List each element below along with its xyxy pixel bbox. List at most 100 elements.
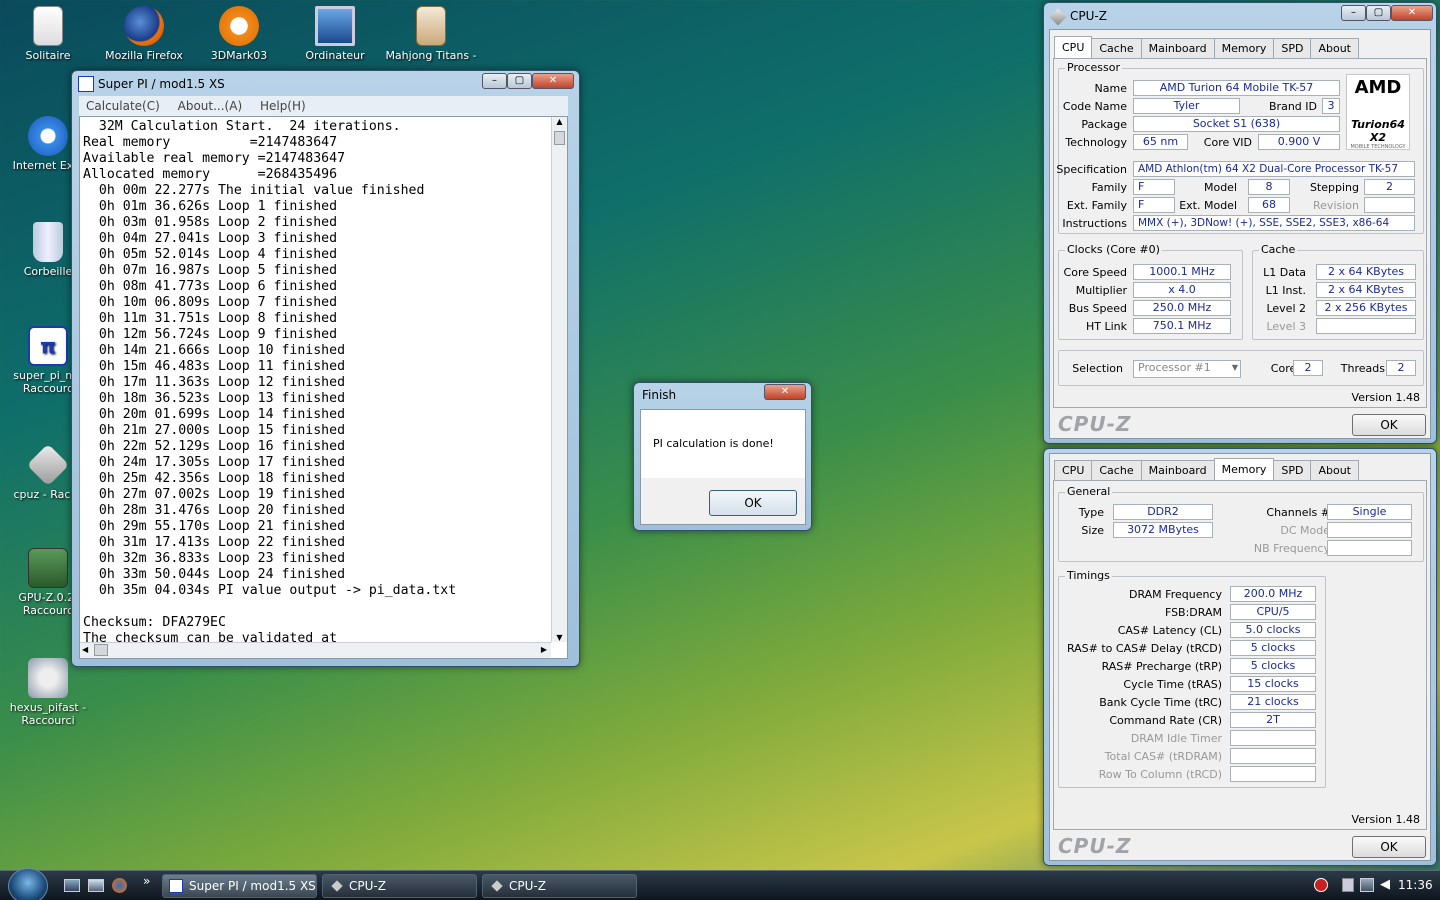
version-label: Version 1.48: [1351, 813, 1420, 826]
dcmode-label: DC Mode: [1280, 524, 1330, 537]
tab-memory[interactable]: Memory: [1213, 38, 1275, 58]
quicklaunch-more[interactable]: »: [143, 874, 150, 888]
firefox-quicklaunch-icon[interactable]: [112, 878, 127, 893]
vertical-scrollbar[interactable]: ▲ ▼: [551, 117, 567, 642]
timing-value: [1230, 730, 1316, 746]
taskbar-item-label: CPU-Z: [509, 879, 546, 893]
superpi-window: Super PI / mod1.5 XS – ▢ ✕ Calculate(C) …: [71, 70, 580, 667]
size-value: 3072 MBytes: [1113, 522, 1213, 538]
hexus-icon: [28, 658, 68, 698]
desktop-icon-mahjong[interactable]: Mahjong Titans -: [383, 2, 479, 62]
threads-value: 2: [1386, 360, 1416, 376]
corevid-value: 0.900 V: [1258, 134, 1340, 150]
version-label: Version 1.48: [1351, 391, 1420, 404]
taskbar-item-cpuz-2[interactable]: CPU-Z: [482, 874, 637, 898]
ie-icon: [28, 116, 68, 156]
switch-windows-icon[interactable]: [88, 879, 104, 892]
superpi-icon: π: [28, 326, 68, 366]
tab-mainboard[interactable]: Mainboard: [1140, 38, 1215, 58]
timing-value: [1230, 766, 1316, 782]
dialog-message: PI calculation is done!: [653, 437, 774, 450]
desktop-icon-3dmark[interactable]: 3DMark03: [191, 2, 287, 62]
scroll-right-arrow[interactable]: ▶: [541, 643, 547, 657]
timing-value: 200.0 MHz: [1230, 586, 1316, 602]
cpuz-ok-button[interactable]: OK: [1352, 414, 1426, 436]
instructions-label: Instructions: [1062, 217, 1127, 230]
amd-turion-logo: AMD Turion64 X2 MOBILE TECHNOLOGY: [1346, 74, 1410, 150]
technology-value: 65 nm: [1133, 134, 1188, 150]
desktop-icon-computer[interactable]: Ordinateur: [287, 2, 383, 62]
timing-label: Bank Cycle Time (tRC): [1099, 696, 1222, 709]
cpuz-cpu-panel: CPU Cache Mainboard Memory SPD About Pro…: [1049, 29, 1431, 439]
busspeed-value: 250.0 MHz: [1133, 300, 1231, 316]
tab-about[interactable]: About: [1310, 460, 1359, 480]
cpuz-minimize-button[interactable]: –: [1341, 5, 1366, 21]
corespeed-label: Core Speed: [1063, 266, 1127, 279]
cpuz-cpu-window: CPU-Z – ▢ ✕ CPU Cache Mainboard Memory S…: [1043, 2, 1437, 444]
taskbar-item-cpuz-1[interactable]: CPU-Z: [322, 874, 477, 898]
minimize-button[interactable]: –: [482, 73, 507, 89]
tray-clock[interactable]: 11:36: [1398, 878, 1433, 892]
timing-label: Total CAS# (tRDRAM): [1104, 750, 1222, 763]
turion-logo-text: Turion64 X2: [1351, 118, 1405, 144]
taskbar-item-superpi[interactable]: Super PI / mod1.5 XS: [162, 874, 317, 898]
tray-network-icon[interactable]: [1360, 878, 1374, 892]
tray-volume-icon[interactable]: ◀: [1380, 877, 1390, 892]
tab-cache[interactable]: Cache: [1091, 38, 1142, 58]
tab-about[interactable]: About: [1310, 38, 1359, 58]
show-desktop-icon[interactable]: [64, 879, 80, 892]
gpuz-icon: [28, 548, 68, 588]
cpuz-icon: [26, 443, 70, 487]
desktop-icon-solitaire[interactable]: Solitaire: [0, 2, 96, 62]
timing-value: CPU/5: [1230, 604, 1316, 620]
channels-value: Single: [1327, 504, 1412, 520]
tab-cpu[interactable]: CPU: [1054, 36, 1093, 58]
hscroll-thumb[interactable]: [94, 644, 108, 656]
menu-calculate[interactable]: Calculate(C): [79, 96, 167, 116]
timing-label: DRAM Idle Timer: [1130, 732, 1222, 745]
scroll-thumb[interactable]: [554, 131, 565, 145]
scroll-down-arrow[interactable]: ▼: [552, 633, 567, 642]
timing-label: DRAM Frequency: [1128, 588, 1222, 601]
close-button[interactable]: ✕: [532, 73, 574, 89]
cpuz-maximize-button[interactable]: ▢: [1366, 5, 1391, 21]
scroll-left-arrow[interactable]: ◀: [82, 643, 88, 657]
maximize-button[interactable]: ▢: [507, 73, 532, 89]
selection-label: Selection: [1072, 362, 1123, 375]
cpuz-close-button[interactable]: ✕: [1391, 5, 1433, 21]
menu-help[interactable]: Help(H): [253, 96, 313, 116]
start-button[interactable]: [8, 868, 48, 900]
dialog-ok-button[interactable]: OK: [709, 490, 797, 516]
technology-label: Technology: [1065, 136, 1127, 149]
horizontal-scrollbar[interactable]: ◀ ▶: [80, 642, 551, 658]
desktop-icon-firefox[interactable]: Mozilla Firefox: [96, 2, 192, 62]
tab-mainboard[interactable]: Mainboard: [1140, 460, 1215, 480]
cores-value: 2: [1293, 360, 1323, 376]
level2-label: Level 2: [1266, 302, 1306, 315]
tray-security-icon[interactable]: [1314, 878, 1328, 892]
taskbar-item-label: CPU-Z: [349, 879, 386, 893]
threads-label: Threads: [1340, 362, 1385, 375]
taskbar: » Super PI / mod1.5 XS CPU-Z CPU-Z ◀ 11:…: [0, 868, 1440, 900]
tab-spd[interactable]: SPD: [1273, 460, 1312, 480]
tray-device-icon[interactable]: [1342, 878, 1354, 892]
timing-label: Cycle Time (tRAS): [1123, 678, 1222, 691]
superpi-output-text: 32M Calculation Start. 24 iterations. Re…: [83, 119, 457, 646]
scroll-up-arrow[interactable]: ▲: [552, 117, 567, 131]
cpuz-icon: [331, 880, 343, 892]
amd-logo-text: AMD: [1354, 77, 1402, 98]
tab-spd[interactable]: SPD: [1273, 38, 1312, 58]
timing-label: Row To Column (tRCD): [1098, 768, 1222, 781]
superpi-output[interactable]: 32M Calculation Start. 24 iterations. Re…: [79, 116, 568, 659]
cpuz-ok-button[interactable]: OK: [1352, 836, 1426, 858]
model-label: Model: [1203, 181, 1237, 194]
tab-cpu[interactable]: CPU: [1054, 460, 1093, 480]
menu-about[interactable]: About...(A): [171, 96, 250, 116]
channels-label: Channels #: [1266, 506, 1330, 519]
selection-dropdown[interactable]: Processor #1 ▼: [1133, 360, 1241, 378]
tab-memory[interactable]: Memory: [1213, 458, 1275, 480]
dialog-close-button[interactable]: ✕: [764, 384, 806, 400]
brandid-value: 3: [1322, 98, 1340, 114]
tab-cache[interactable]: Cache: [1091, 460, 1142, 480]
model-value: 8: [1248, 179, 1290, 195]
